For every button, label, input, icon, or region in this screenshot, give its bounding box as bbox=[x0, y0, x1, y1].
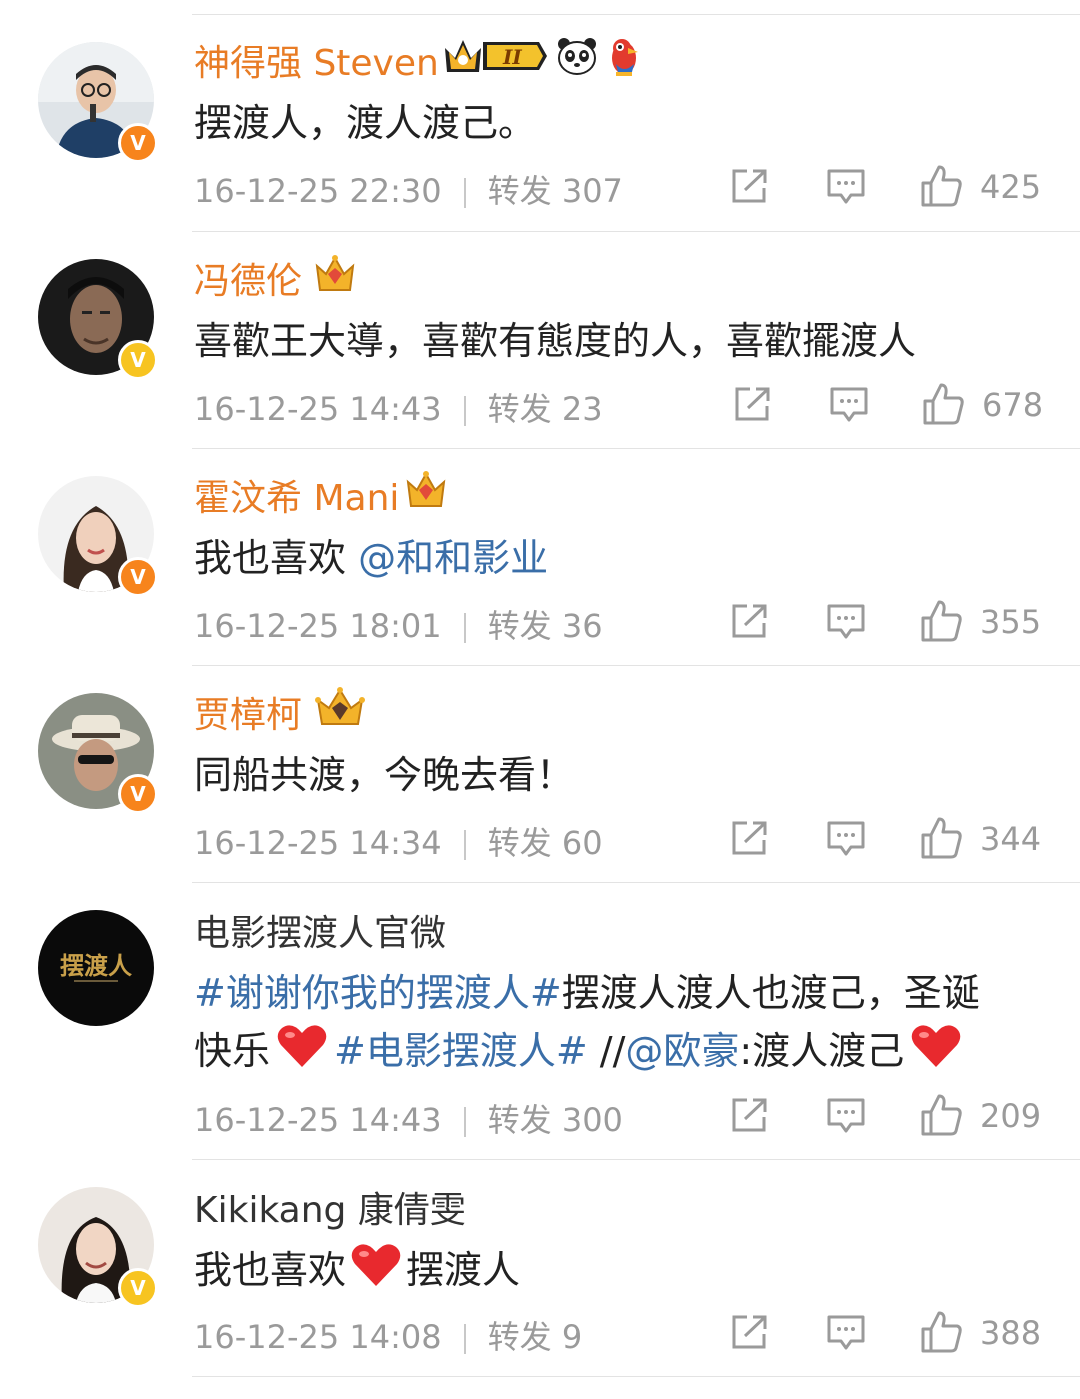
logo-text: 摆渡人 bbox=[60, 951, 132, 980]
like-count: 425 bbox=[980, 168, 1042, 206]
like-count: 678 bbox=[982, 386, 1044, 424]
timestamp: 16-12-25 14:08 bbox=[194, 1318, 442, 1356]
heart-icon bbox=[910, 1023, 962, 1085]
comment-icon[interactable] bbox=[826, 820, 866, 862]
panda-icon bbox=[556, 36, 598, 80]
meta-divider bbox=[463, 1107, 466, 1137]
share-icon[interactable] bbox=[731, 820, 769, 860]
crown-diamond-icon bbox=[314, 686, 366, 732]
svg-text:II: II bbox=[502, 45, 522, 69]
comment-meta: 16-12-25 18:01 转发 36 bbox=[194, 601, 603, 647]
comment-text: 摆渡人，渡人渡己。 bbox=[194, 101, 537, 145]
comment-meta: 16-12-25 14:08 转发 9 bbox=[194, 1312, 582, 1358]
comment-text: 我也喜欢 摆渡人 bbox=[194, 1241, 520, 1304]
crown-gem-icon bbox=[314, 254, 356, 298]
username[interactable]: 霍汶希 Mani bbox=[194, 469, 399, 521]
avatar[interactable]: 摆渡人 bbox=[38, 910, 154, 1026]
timestamp: 16-12-25 14:43 bbox=[194, 1101, 442, 1139]
comment-meta: 16-12-25 14:34 转发 60 bbox=[194, 818, 603, 864]
repost-link[interactable]: 转发 300 bbox=[488, 1101, 623, 1139]
repost-link[interactable]: 转发 23 bbox=[488, 390, 603, 428]
comment-icon[interactable] bbox=[826, 168, 866, 210]
comment-text: 我也喜欢 @和和影业 bbox=[194, 529, 548, 587]
like-icon[interactable] bbox=[920, 599, 964, 647]
share-icon[interactable] bbox=[731, 603, 769, 643]
comment-icon[interactable] bbox=[826, 1314, 866, 1356]
divider bbox=[192, 448, 1080, 449]
like-icon[interactable] bbox=[920, 1093, 964, 1141]
comment-text-body: 快乐 bbox=[194, 1029, 271, 1073]
comment-icon[interactable] bbox=[829, 386, 869, 428]
verified-badge-icon: V bbox=[118, 123, 158, 163]
divider bbox=[192, 882, 1080, 883]
like-icon[interactable] bbox=[920, 164, 964, 212]
timestamp: 16-12-25 14:34 bbox=[194, 824, 442, 862]
comment-text-body: 摆渡人 bbox=[406, 1248, 521, 1292]
repost-link[interactable]: 转发 307 bbox=[488, 172, 623, 210]
comment-text-body: 摆渡人渡人也渡己，圣诞 bbox=[561, 971, 980, 1015]
meta-divider bbox=[463, 830, 466, 860]
verified-badge-icon: V bbox=[118, 557, 158, 597]
share-icon[interactable] bbox=[734, 386, 772, 426]
mention-link[interactable]: @欧豪 bbox=[625, 1029, 739, 1073]
repost-link[interactable]: 转发 36 bbox=[488, 607, 603, 645]
meta-divider bbox=[463, 396, 466, 426]
share-icon[interactable] bbox=[731, 1097, 769, 1137]
heart-icon bbox=[276, 1023, 328, 1085]
comment-text-body: 我也喜欢 bbox=[194, 1248, 347, 1292]
crown-gem-icon bbox=[405, 470, 447, 514]
like-icon[interactable] bbox=[922, 382, 966, 430]
comment-text-body: :渡人渡己 bbox=[739, 1029, 905, 1073]
timestamp: 16-12-25 14:43 bbox=[194, 390, 442, 428]
username[interactable]: 电影摆渡人官微 bbox=[194, 904, 446, 956]
comment-text-line-1: #谢谢你我的摆渡人#摆渡人渡人也渡己，圣诞 bbox=[194, 964, 980, 1022]
comment-icon[interactable] bbox=[826, 603, 866, 645]
username[interactable]: 贾樟柯 bbox=[194, 686, 302, 738]
repost-link[interactable]: 转发 9 bbox=[488, 1318, 583, 1356]
topic-tag-link[interactable]: #谢谢你我的摆渡人# bbox=[194, 971, 562, 1015]
divider bbox=[192, 231, 1080, 232]
meta-divider bbox=[463, 613, 466, 643]
divider bbox=[192, 1376, 1080, 1377]
verified-badge-icon: V bbox=[118, 774, 158, 814]
verified-badge-icon: V bbox=[118, 340, 158, 380]
comment-icon[interactable] bbox=[826, 1097, 866, 1139]
repost-link[interactable]: 转发 60 bbox=[488, 824, 603, 862]
like-icon[interactable] bbox=[920, 1310, 964, 1358]
like-icon[interactable] bbox=[920, 816, 964, 864]
crown-level-2-icon: II bbox=[443, 36, 549, 80]
mention-link[interactable]: @和和影业 bbox=[358, 536, 548, 580]
comment-meta: 16-12-25 14:43 转发 300 bbox=[194, 1095, 623, 1141]
share-icon[interactable] bbox=[731, 1314, 769, 1354]
top-divider bbox=[192, 14, 1080, 15]
like-count: 344 bbox=[980, 820, 1042, 858]
verified-badge-icon: V bbox=[118, 1268, 158, 1308]
parrot-icon bbox=[606, 34, 642, 82]
repost-marker: // bbox=[587, 1029, 626, 1073]
comment-meta: 16-12-25 14:43 转发 23 bbox=[194, 384, 603, 430]
username[interactable]: 冯德伦 bbox=[194, 252, 302, 304]
divider bbox=[192, 665, 1080, 666]
share-icon[interactable] bbox=[731, 168, 769, 208]
comment-meta: 16-12-25 22:30 转发 307 bbox=[194, 166, 623, 212]
like-count: 355 bbox=[980, 603, 1042, 641]
divider bbox=[192, 1159, 1080, 1160]
timestamp: 16-12-25 18:01 bbox=[194, 607, 442, 645]
timestamp: 16-12-25 22:30 bbox=[194, 172, 442, 210]
username[interactable]: 神得强 Steven bbox=[194, 34, 439, 86]
meta-divider bbox=[463, 178, 466, 208]
like-count: 388 bbox=[980, 1314, 1042, 1352]
comment-text: 同船共渡，今晚去看！ bbox=[194, 753, 575, 797]
comment-text: 喜歡王大導，喜歡有態度的人，喜歡擺渡人 bbox=[194, 319, 917, 363]
username[interactable]: Kikikang 康倩雯 bbox=[194, 1181, 466, 1233]
comment-text-body: 我也喜欢 bbox=[194, 536, 359, 580]
comment-text-line-2: 快乐 #电影摆渡人# //@欧豪:渡人渡己 bbox=[194, 1022, 962, 1085]
like-count: 209 bbox=[980, 1097, 1042, 1135]
heart-icon bbox=[350, 1242, 402, 1304]
meta-divider bbox=[463, 1324, 466, 1354]
topic-tag-link[interactable]: #电影摆渡人# bbox=[334, 1029, 588, 1073]
